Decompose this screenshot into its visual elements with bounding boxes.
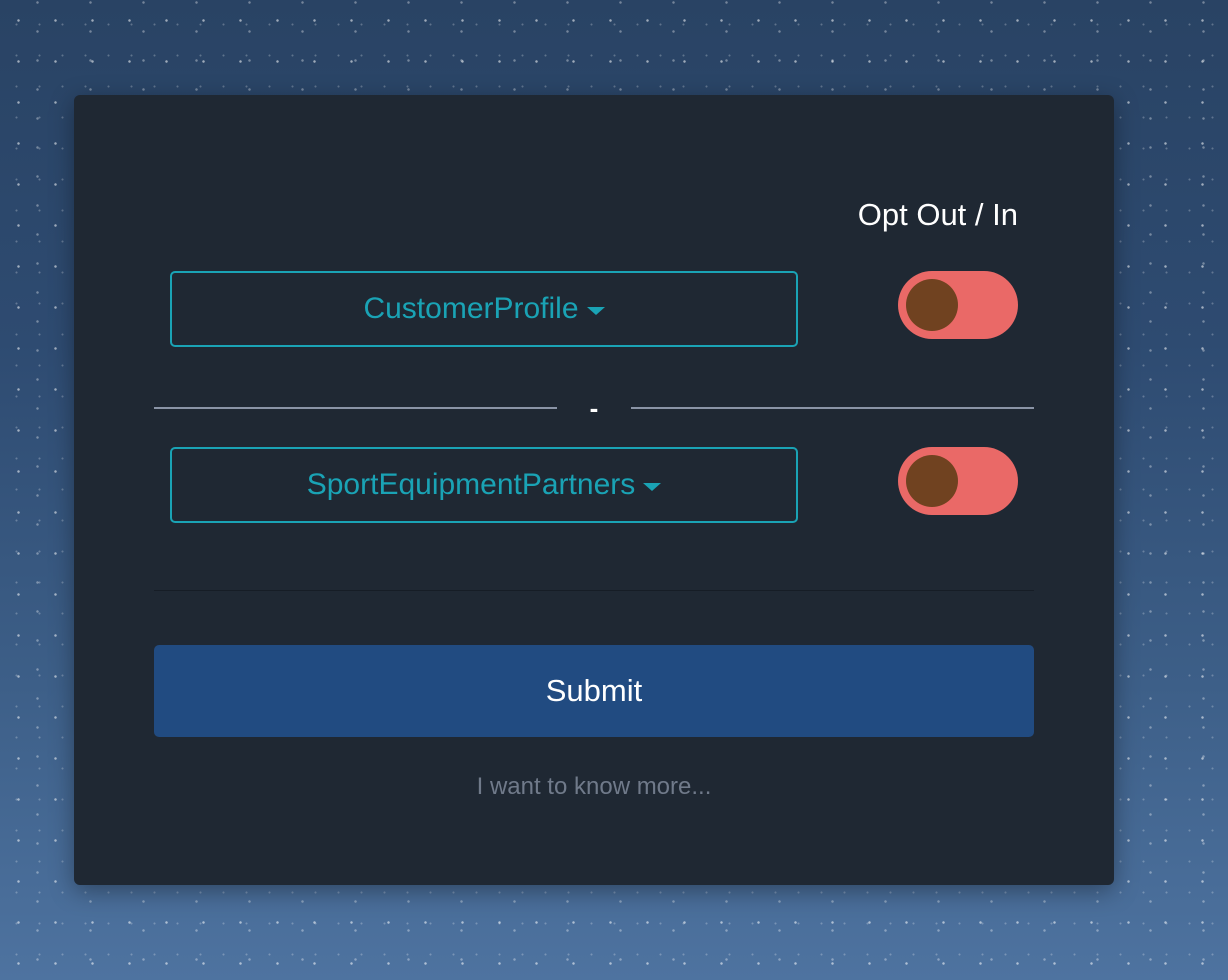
section-separator [154, 590, 1034, 591]
toggle-knob [906, 279, 958, 331]
divider-line-right [631, 407, 1034, 409]
know-more-link[interactable]: I want to know more... [74, 773, 1114, 801]
row-divider: - [154, 395, 1034, 421]
submit-button[interactable]: Submit [154, 645, 1034, 737]
customer-profile-toggle[interactable] [898, 271, 1018, 339]
sport-equipment-partners-dropdown[interactable]: SportEquipmentPartners [170, 447, 798, 523]
opt-out-in-header: Opt Out / In [857, 197, 1018, 232]
consent-form-card: Opt Out / In CustomerProfile - SportEqui… [74, 95, 1114, 885]
dropdown-label: SportEquipmentPartners [306, 468, 636, 501]
sport-equipment-partners-toggle[interactable] [898, 447, 1018, 515]
caret-down-icon [586, 306, 605, 315]
caret-down-icon [643, 482, 662, 491]
customer-profile-dropdown[interactable]: CustomerProfile [170, 271, 798, 347]
dropdown-label: CustomerProfile [363, 292, 579, 325]
toggle-knob [906, 455, 958, 507]
